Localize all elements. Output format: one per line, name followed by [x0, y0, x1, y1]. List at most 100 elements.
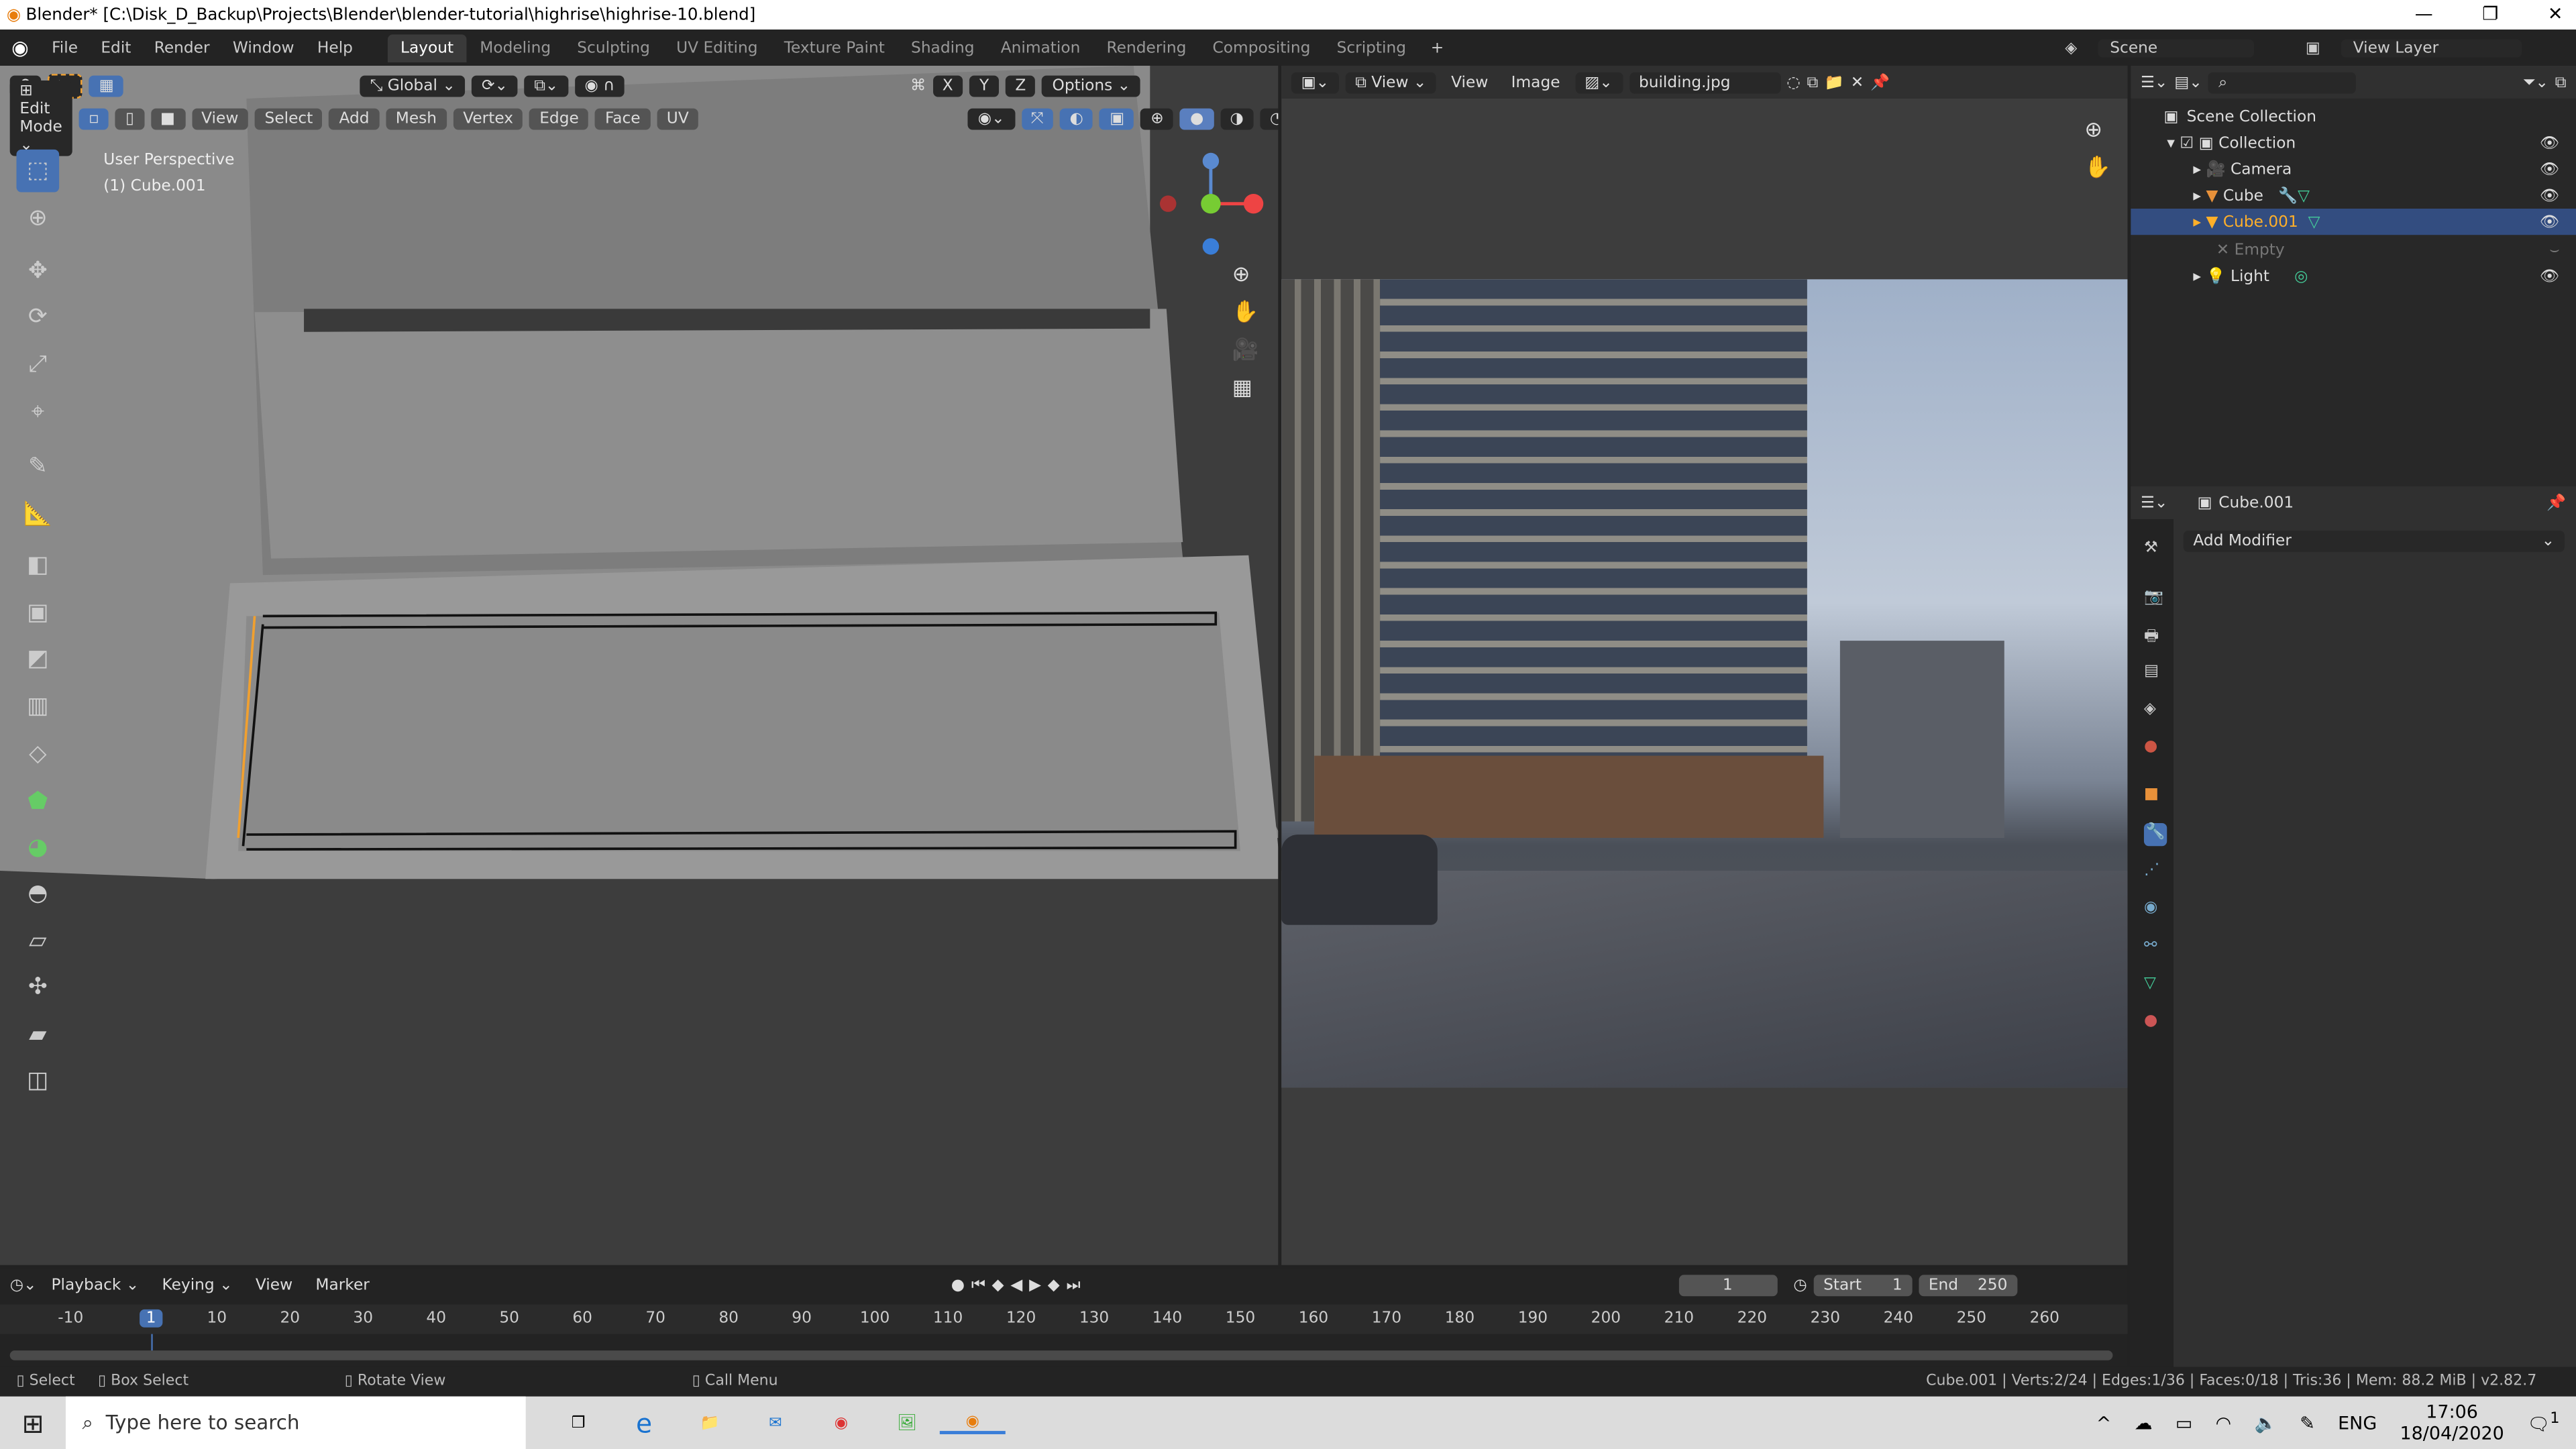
tab-texture-paint[interactable]: Texture Paint [771, 34, 898, 62]
tool-shear[interactable]: ▰ [16, 1014, 59, 1057]
material-tab-icon[interactable]: ● [2144, 1012, 2167, 1035]
xray-toggle-icon[interactable]: ▣ [1099, 107, 1134, 129]
tool-tab-icon[interactable]: ⚒ [2144, 539, 2167, 561]
close-button[interactable]: ✕ [2548, 0, 2563, 30]
menu-window[interactable]: Window [221, 39, 306, 57]
jump-start-button[interactable]: ⏮ [971, 1276, 985, 1294]
tool-shrink-fatten[interactable]: ✣ [16, 966, 59, 1009]
tab-rendering[interactable]: Rendering [1093, 34, 1199, 62]
menu-view[interactable]: View [1443, 73, 1497, 91]
menu-face[interactable]: Face [595, 107, 651, 129]
tab-scripting[interactable]: Scripting [1324, 34, 1419, 62]
menu-select[interactable]: Select [254, 107, 323, 129]
blender-menu-icon[interactable]: ◉ [0, 36, 40, 59]
shading-wireframe-icon[interactable]: ⊕ [1140, 107, 1174, 129]
filter-icon[interactable]: ⏷⌄ [2523, 73, 2548, 91]
tab-animation[interactable]: Animation [987, 34, 1093, 62]
pivot-dropdown[interactable]: ⟳⌄ [472, 74, 518, 97]
pin-icon[interactable]: 📌 [1870, 73, 1890, 91]
shading-solid-icon[interactable]: ● [1180, 107, 1214, 129]
editor-type-icon[interactable]: ◷⌄ [10, 1276, 37, 1294]
orientation-dropdown[interactable]: ⤡ Global ⌄ [360, 74, 466, 97]
tool-smooth[interactable]: ◓ [16, 872, 59, 915]
image-editor[interactable]: ▣⌄ ⧉ View ⌄ View Image ▨⌄ building.jpg ◌… [1281, 65, 2128, 1265]
clock[interactable]: 17:06 18/04/2020 [2400, 1401, 2504, 1444]
taskbar-search-box[interactable]: ⌕ Type here to search [65, 1396, 526, 1449]
edge-select-mode[interactable]: ▯ [115, 107, 144, 129]
tool-rip[interactable]: ◫ [16, 1060, 59, 1103]
view-layer-selector[interactable]: View Layer [2341, 38, 2522, 57]
fake-user-icon[interactable]: ◌ [1786, 73, 1800, 91]
zoom-view-icon[interactable]: ⊕ [1232, 263, 1259, 288]
tool-poly-build[interactable]: ⬟ [16, 780, 59, 823]
object-tab-icon[interactable]: ■ [2144, 786, 2167, 808]
volume-icon[interactable]: 🔈 [2254, 1412, 2277, 1434]
ortho-toggle-icon[interactable]: ▦ [1232, 376, 1259, 401]
timeline-scrollbar[interactable] [9, 1350, 2113, 1360]
menu-vertex[interactable]: Vertex [453, 107, 523, 129]
notifications-icon[interactable]: 🗨1 [2527, 1410, 2559, 1436]
chrome-icon[interactable]: ◉ [808, 1413, 874, 1432]
file-explorer-icon[interactable]: 📁 [677, 1413, 743, 1432]
battery-icon[interactable]: ▭ [2176, 1412, 2192, 1434]
tab-layout[interactable]: Layout [387, 34, 467, 62]
menu-file[interactable]: File [40, 39, 89, 57]
menu-edge[interactable]: Edge [529, 107, 589, 129]
tab-sculpting[interactable]: Sculpting [564, 34, 663, 62]
display-mode-icon[interactable]: ▤⌄ [2174, 73, 2202, 91]
expand-arrow-icon[interactable]: ▸ [2193, 160, 2201, 178]
navigation-gizmo[interactable] [1150, 145, 1273, 260]
expand-arrow-icon[interactable]: ▾ [2167, 134, 2175, 152]
editor-type-icon[interactable]: ☰⌄ [2141, 494, 2167, 512]
tool-knife[interactable]: ◇ [16, 733, 59, 775]
expand-arrow-icon[interactable]: ▸ [2193, 186, 2201, 205]
frame-ruler[interactable]: -10 1 10 20 30 40 50 60 70 80 90 100 110 120 130 140 150… [0, 1304, 2128, 1334]
play-button[interactable]: ▶ [1029, 1276, 1041, 1294]
particles-tab-icon[interactable]: ⋰ [2144, 861, 2167, 883]
outliner-item-empty[interactable]: ✕ Empty ⌣ [2131, 237, 2576, 263]
tool-spin[interactable]: ◕ [16, 826, 59, 869]
outliner-item-light[interactable]: ▸ 💡 Light ◎ 👁 [2131, 263, 2576, 289]
menu-edit[interactable]: Edit [89, 39, 142, 57]
tool-cursor[interactable]: ⊕ [16, 197, 59, 240]
tool-measure[interactable]: 📐 [16, 493, 59, 536]
menu-render[interactable]: Render [143, 39, 221, 57]
menu-view[interactable]: View [248, 1276, 301, 1294]
tool-annotate[interactable]: ✎ [16, 445, 59, 488]
camera-view-icon[interactable]: 🎥 [1232, 338, 1259, 363]
eye-icon[interactable]: 👁 [2540, 267, 2560, 285]
tool-inset[interactable]: ▣ [16, 592, 59, 635]
new-collection-icon[interactable]: ⧉ [2555, 73, 2567, 91]
task-view-icon[interactable]: ❒ [545, 1413, 611, 1432]
visibility-icon[interactable]: ◉⌄ [968, 107, 1015, 129]
tool-loop-cut[interactable]: ▥ [16, 685, 59, 728]
scene-tab-icon[interactable]: ◈ [2144, 700, 2167, 722]
menu-help[interactable]: Help [306, 39, 364, 57]
proportional-edit-toggle[interactable]: ◉ ∩ [574, 74, 625, 97]
tool-edge-slide[interactable]: ▱ [16, 920, 59, 963]
pen-icon[interactable]: ✎ [2300, 1412, 2315, 1434]
modifier-tab-icon[interactable]: 🔧 [2143, 822, 2167, 847]
options-dropdown[interactable]: Options ⌄ [1042, 74, 1140, 97]
pan-view-icon[interactable]: ✋ [1232, 301, 1259, 325]
minimize-button[interactable]: — [2415, 0, 2433, 30]
constraints-tab-icon[interactable]: ⚯ [2144, 936, 2167, 959]
editor-type-icon[interactable]: ▣⌄ [1291, 71, 1339, 93]
menu-playback[interactable]: Playback ⌄ [43, 1276, 147, 1294]
tab-modeling[interactable]: Modeling [467, 34, 564, 62]
image-app-icon[interactable]: 🖼 [874, 1413, 940, 1432]
physics-tab-icon[interactable]: ◉ [2144, 899, 2167, 922]
outliner-item-cube-001[interactable]: ▸ ▼ Cube.001 ▽ 👁 [2131, 209, 2576, 235]
face-select-mode[interactable]: ■ [150, 107, 185, 129]
add-workspace-button[interactable]: + [1419, 39, 1456, 57]
mirror-x[interactable]: X [932, 74, 963, 97]
add-modifier-dropdown[interactable]: Add Modifier ⌄ [2183, 531, 2565, 552]
windows-start-icon[interactable]: ⊞ [0, 1407, 66, 1439]
start-frame-field[interactable]: Start 1 [1813, 1274, 1913, 1296]
menu-keying[interactable]: Keying ⌄ [154, 1276, 241, 1294]
select-mode-new-icon[interactable]: ▦ [89, 74, 124, 97]
tool-transform[interactable]: ⌖ [16, 391, 59, 434]
onedrive-icon[interactable]: ☁ [2135, 1412, 2153, 1434]
shading-rendered-icon[interactable]: ◔ [1260, 107, 1279, 129]
show-hidden-icons[interactable]: ^ [2096, 1412, 2112, 1434]
